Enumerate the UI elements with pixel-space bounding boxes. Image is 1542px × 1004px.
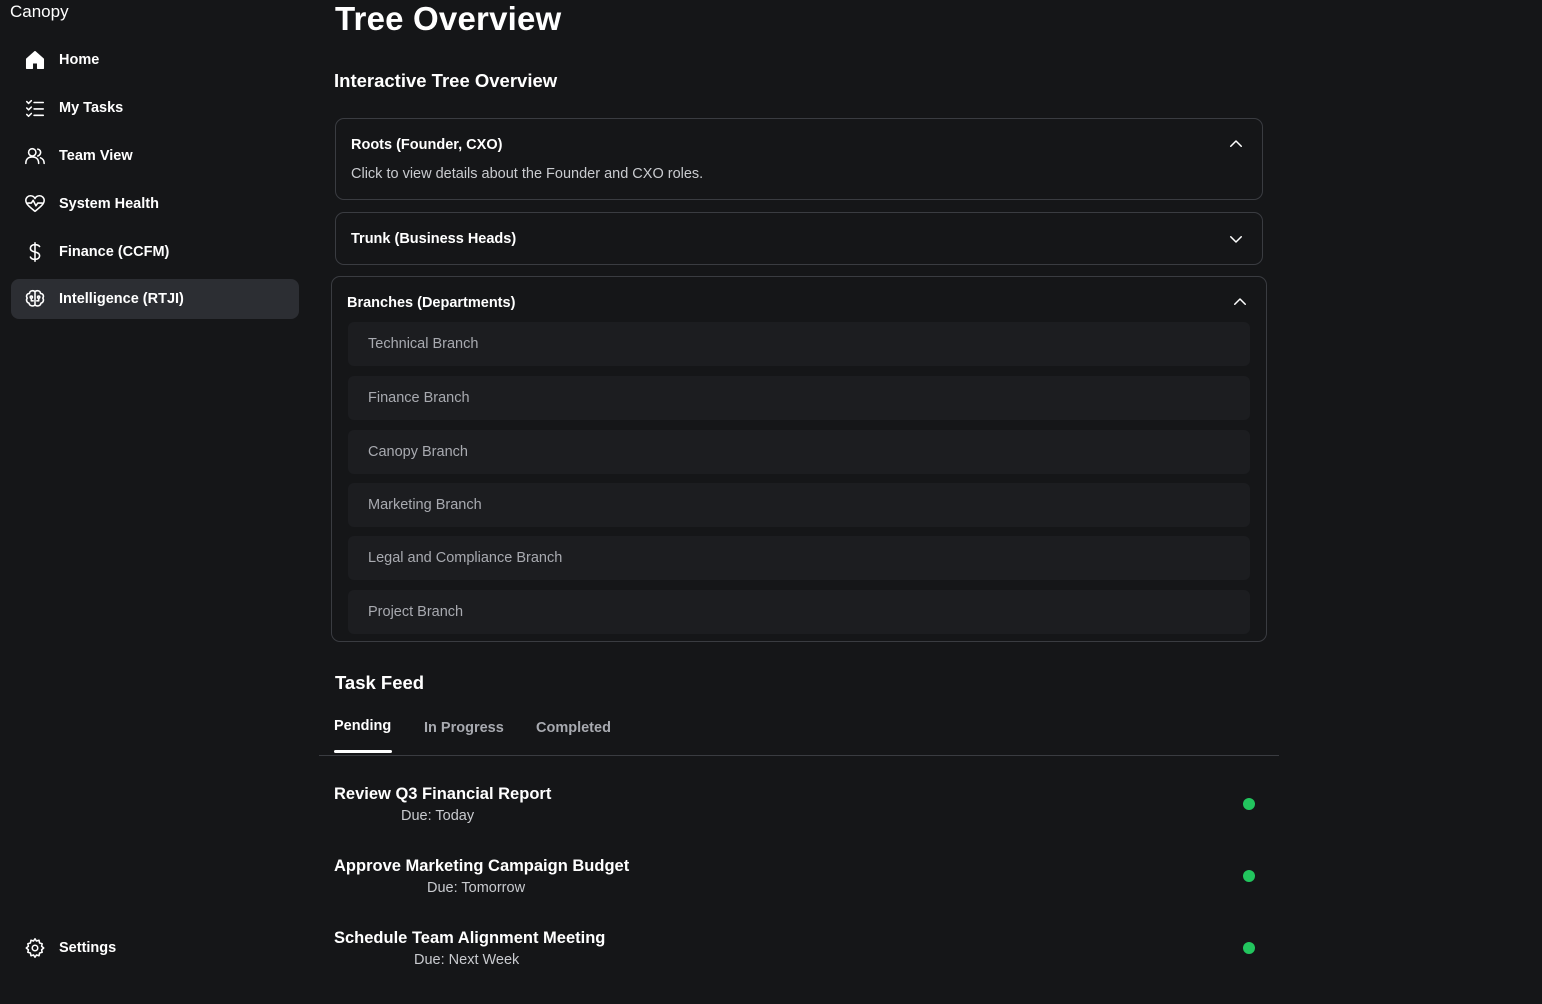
dollar-icon	[23, 240, 47, 264]
sidebar-item-label: System Health	[59, 196, 159, 212]
tab-in-progress[interactable]: In Progress	[424, 720, 504, 736]
task-item[interactable]: Review Q3 Financial Report Due: Today	[334, 785, 1264, 845]
branch-item[interactable]: Legal and Compliance Branch	[348, 536, 1250, 580]
sidebar-item-intelligence[interactable]: Intelligence (RTJI)	[11, 279, 299, 319]
sidebar-item-label: Home	[59, 52, 100, 68]
task-item[interactable]: Schedule Team Alignment Meeting Due: Nex…	[334, 929, 1264, 989]
section-title: Interactive Tree Overview	[334, 70, 558, 91]
branch-item[interactable]: Project Branch	[348, 590, 1250, 634]
tab-completed[interactable]: Completed	[536, 720, 611, 736]
sidebar-item-home[interactable]: Home	[11, 40, 299, 80]
task-due: Due: Next Week	[414, 952, 520, 968]
status-dot	[1243, 798, 1255, 810]
page-title: Tree Overview	[335, 0, 562, 37]
task-title[interactable]: Review Q3 Financial Report	[334, 785, 551, 804]
sidebar-item-label: Intelligence (RTJI)	[59, 291, 184, 307]
accordion-title: Roots (Founder, CXO)	[351, 137, 503, 153]
branch-item[interactable]: Canopy Branch	[348, 430, 1250, 474]
chevron-down-icon[interactable]	[1227, 230, 1245, 248]
sidebar: Canopy Home My Tasks Team View System He…	[0, 0, 310, 1004]
tabs-divider	[319, 755, 1279, 756]
chevron-up-icon[interactable]	[1227, 135, 1245, 153]
task-item[interactable]: Approve Marketing Campaign Budget Due: T…	[334, 857, 1264, 917]
accordion-branches[interactable]: Branches (Departments) Technical Branch …	[331, 276, 1267, 642]
sidebar-item-label: Finance (CCFM)	[59, 244, 170, 260]
sidebar-item-label: My Tasks	[59, 100, 124, 116]
task-due: Due: Tomorrow	[427, 880, 526, 896]
gear-icon	[23, 936, 47, 960]
accordion-trunk[interactable]: Trunk (Business Heads)	[335, 212, 1263, 265]
sidebar-item-finance[interactable]: Finance (CCFM)	[11, 232, 299, 272]
brand-name: Canopy	[10, 2, 69, 21]
branch-item[interactable]: Marketing Branch	[348, 483, 1250, 527]
tab-pending[interactable]: Pending	[334, 718, 391, 734]
sidebar-item-settings[interactable]: Settings	[11, 928, 299, 968]
accordion-title: Trunk (Business Heads)	[351, 231, 517, 247]
accordion-title: Branches (Departments)	[347, 295, 516, 311]
sidebar-item-label: Team View	[59, 148, 133, 164]
users-icon	[23, 144, 47, 168]
task-list-icon	[23, 96, 47, 120]
heart-pulse-icon	[23, 192, 47, 216]
branch-item[interactable]: Finance Branch	[348, 376, 1250, 420]
chevron-up-icon[interactable]	[1231, 293, 1249, 311]
task-title[interactable]: Approve Marketing Campaign Budget	[334, 857, 629, 876]
task-title[interactable]: Schedule Team Alignment Meeting	[334, 929, 605, 948]
brain-icon	[23, 287, 47, 311]
sidebar-item-team-view[interactable]: Team View	[11, 136, 299, 176]
sidebar-item-my-tasks[interactable]: My Tasks	[11, 88, 299, 128]
status-dot	[1243, 870, 1255, 882]
sidebar-item-system-health[interactable]: System Health	[11, 184, 299, 224]
accordion-description: Click to view details about the Founder …	[351, 166, 704, 182]
sidebar-item-label: Settings	[59, 940, 117, 956]
task-due: Due: Today	[401, 808, 475, 824]
home-icon	[23, 48, 47, 72]
branch-item[interactable]: Technical Branch	[348, 322, 1250, 366]
active-tab-indicator	[334, 750, 392, 753]
accordion-roots[interactable]: Roots (Founder, CXO) Click to view detai…	[335, 118, 1263, 200]
app-root: Canopy Home My Tasks Team View System He…	[0, 0, 1542, 1004]
task-feed-title: Task Feed	[335, 672, 425, 693]
status-dot	[1243, 942, 1255, 954]
